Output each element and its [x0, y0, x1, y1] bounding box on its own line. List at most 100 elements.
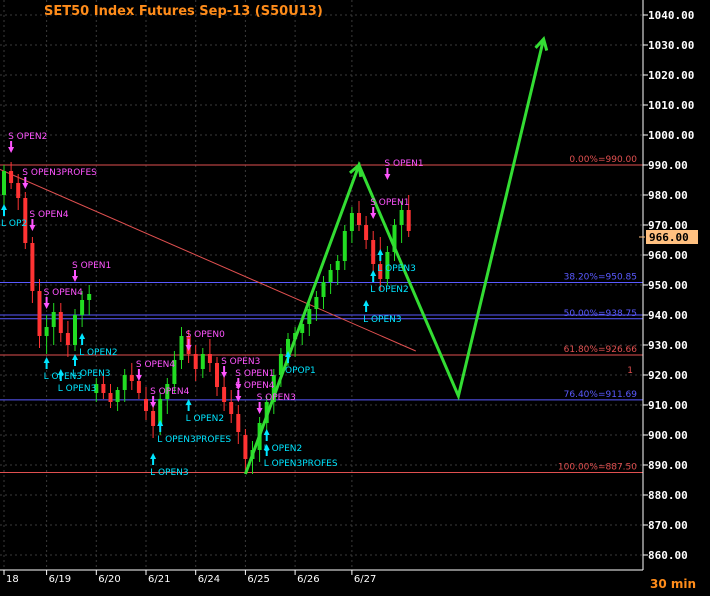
- price-chart: 0.00%=990.00 38.20%=950.85 50.00%=938.75 61…: [0, 0, 698, 591]
- candle: [328, 264, 333, 294]
- signal-marker: L OPEN2: [263, 429, 303, 454]
- candle-body: [9, 171, 14, 183]
- buy-arrow-icon: [43, 357, 50, 363]
- timeframe-label[interactable]: 30 min: [650, 577, 696, 591]
- candle: [321, 276, 326, 309]
- signal-label: S OPEN2: [8, 132, 47, 142]
- candle: [44, 315, 49, 354]
- signal-marker: L OP2: [1, 204, 27, 229]
- candle: [371, 231, 376, 276]
- y-tick-label: 870.00: [648, 519, 688, 532]
- y-tick-label: 930.00: [648, 339, 688, 352]
- y-tick-label: 1030.00: [648, 39, 694, 52]
- y-tick-label: 980.00: [648, 189, 688, 202]
- candle-body: [371, 240, 376, 264]
- candle-body: [236, 414, 241, 432]
- candle: [9, 162, 14, 189]
- y-tick-label: 940.00: [648, 309, 688, 322]
- buy-arrow-icon: [263, 429, 270, 435]
- signal-marker: S OPEN4: [135, 360, 176, 381]
- candle-body: [307, 309, 312, 324]
- signal-label: L OPEN2: [370, 285, 409, 295]
- candle: [51, 303, 56, 345]
- sell-arrow-icon: [29, 225, 36, 231]
- signal-label: S OPEN1: [72, 261, 111, 271]
- signal-label: L OPEN2: [79, 348, 118, 358]
- y-tick-label: 910.00: [648, 399, 688, 412]
- y-tick-label: 1000.00: [648, 129, 694, 142]
- signal-label: S OPEN4: [235, 381, 275, 391]
- signal-label: L OPEN3PROFES: [264, 459, 338, 469]
- y-tick-label: 990.00: [648, 159, 688, 172]
- sell-arrow-icon: [22, 183, 29, 189]
- buy-arrow-icon: [157, 420, 164, 426]
- y-tick-label: 1020.00: [648, 69, 694, 82]
- candle: [87, 285, 92, 315]
- candle-body: [193, 354, 198, 369]
- signal-marker: S OPEN3: [256, 393, 296, 414]
- candle: [215, 357, 219, 396]
- buy-arrow-icon: [377, 249, 384, 255]
- sell-arrow-icon: [185, 345, 192, 351]
- sell-arrow-icon: [135, 375, 142, 381]
- candle-body: [243, 435, 248, 459]
- candle: [229, 390, 234, 423]
- signal-label: S OPEN4: [136, 360, 176, 370]
- signal-label: S OPEN1: [384, 159, 423, 169]
- candle-body: [115, 390, 120, 402]
- x-tick-label: 6/24: [198, 574, 220, 585]
- sell-arrow-icon: [384, 174, 391, 180]
- candle: [364, 216, 369, 249]
- candle-body: [44, 327, 49, 336]
- candle: [16, 174, 21, 210]
- x-tick-label: 6/27: [354, 574, 376, 585]
- sell-arrow-icon: [72, 276, 78, 282]
- signal-label: L OP2: [1, 219, 27, 229]
- last-price-label: 966.00: [649, 231, 689, 244]
- candle-body: [16, 183, 21, 198]
- candle-body: [65, 333, 70, 345]
- signal-marker: S OPEN4: [43, 288, 83, 309]
- buy-arrow-icon: [370, 270, 377, 276]
- candle: [193, 345, 198, 381]
- candle-body: [399, 210, 404, 225]
- signal-marker: L OPEN2: [185, 399, 224, 424]
- candle-body: [87, 294, 92, 300]
- x-tick-label: 6/19: [49, 574, 71, 585]
- candle-body: [101, 384, 106, 393]
- candle: [108, 384, 113, 408]
- x-tick-label: 6/26: [297, 574, 319, 585]
- candle-body: [129, 375, 134, 381]
- signal-marker: S OPEN3PROFES: [22, 168, 97, 189]
- y-tick-label: 860.00: [648, 549, 688, 562]
- signal-marker: S OPEN0: [185, 330, 226, 351]
- sell-arrow-icon: [43, 303, 50, 309]
- sell-arrow-icon: [256, 408, 263, 414]
- candle: [65, 321, 70, 357]
- candle: [222, 375, 227, 411]
- signal-marker: S OPEN1: [384, 159, 424, 180]
- signal-label: S OPEN1: [370, 198, 409, 208]
- signal-label: L OPEN3PROFES: [157, 435, 231, 445]
- signal-label: L OPEN2: [264, 444, 303, 454]
- y-tick-label: 1010.00: [648, 99, 694, 112]
- signal-marker: S OPEN1: [72, 261, 111, 282]
- y-tick-label: 880.00: [648, 489, 688, 502]
- candle-body: [58, 312, 63, 333]
- signal-label: L OPEN3: [150, 468, 189, 478]
- signal-label: L OPEN3: [58, 384, 97, 394]
- candle-body: [30, 243, 35, 291]
- signal-label: L OPEN3: [363, 315, 402, 325]
- candle-body: [151, 411, 156, 426]
- sell-arrow-icon: [8, 147, 15, 153]
- candle-body: [364, 225, 369, 240]
- signal-marker: L OPEN3: [363, 300, 402, 325]
- candle-body: [108, 393, 113, 402]
- fib-label: 50.00%=938.75: [564, 309, 637, 319]
- sell-arrow-icon: [370, 213, 377, 219]
- fib-label: 38.20%=950.85: [564, 272, 637, 282]
- signal-label: S OPEN0: [186, 330, 226, 340]
- candle-body: [207, 354, 212, 363]
- candle-body: [229, 402, 234, 414]
- y-tick-label: 950.00: [648, 279, 688, 292]
